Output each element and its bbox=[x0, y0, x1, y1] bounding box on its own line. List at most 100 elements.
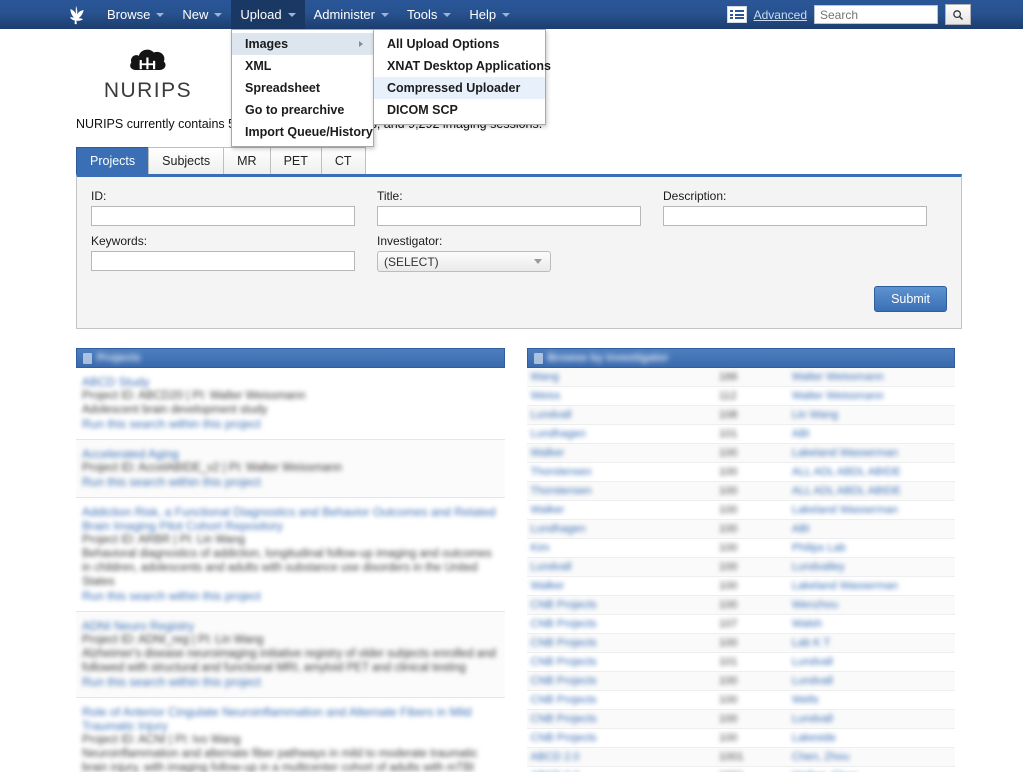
investigator-name-link[interactable]: CNB Projects bbox=[531, 599, 712, 611]
project-title-link[interactable]: Role of Anterior Cingulate Neuroinflamma… bbox=[82, 705, 499, 733]
investigator-name-link[interactable]: Walker bbox=[531, 447, 712, 459]
submit-button[interactable]: Submit bbox=[874, 286, 947, 312]
investigator-projects-link[interactable]: Lundvall bbox=[792, 713, 951, 725]
investigator-name-link[interactable]: Kim bbox=[531, 542, 712, 554]
field-keywords-label: Keywords: bbox=[91, 234, 148, 248]
nav-item-help[interactable]: Help bbox=[460, 0, 519, 29]
investigator-projects-link[interactable]: Walsh bbox=[792, 618, 951, 630]
investigator-count-cell: 100 bbox=[715, 690, 788, 710]
table-row: CNB Projects 100 Lundvall bbox=[526, 671, 955, 691]
investigator-projects-link[interactable]: Lundvall bbox=[792, 675, 951, 687]
investigator-name-link[interactable]: Lundhagen bbox=[531, 428, 712, 440]
investigator-name-link[interactable]: CNB Projects bbox=[531, 675, 712, 687]
menu-item-go-to-prearchive[interactable]: Go to prearchive bbox=[232, 99, 373, 121]
investigator-name-link[interactable]: CNB Projects bbox=[531, 656, 712, 668]
investigator-projects-link[interactable]: ALL ADL ABDL ABIDE bbox=[792, 485, 951, 497]
menu-item-xml[interactable]: XML bbox=[232, 55, 373, 77]
investigator-select[interactable]: (SELECT) bbox=[377, 251, 551, 272]
investigator-name-link[interactable]: Walker bbox=[531, 504, 712, 516]
investigator-name-link[interactable]: Lundvall bbox=[531, 561, 712, 573]
investigator-projects-link[interactable]: Walter Weissmann bbox=[792, 371, 951, 383]
investigator-name-cell: ABCD 2.0 bbox=[526, 766, 716, 772]
investigator-name-link[interactable]: Walker bbox=[531, 580, 712, 592]
field-investigator-label: Investigator: bbox=[377, 234, 443, 248]
investigator-name-link[interactable]: Weiss bbox=[531, 390, 712, 402]
investigator-projects-cell: Walker, Chen bbox=[787, 766, 955, 772]
menu-item-compressed-uploader[interactable]: Compressed Uploader bbox=[374, 77, 545, 99]
investigator-count-value: 100 bbox=[719, 561, 738, 573]
project-search-link[interactable]: Run this search within this project bbox=[82, 675, 499, 689]
nav-item-tools[interactable]: Tools bbox=[398, 0, 460, 29]
project-meta-line: Project ID: ABCD20 | PI: Walter Weissman… bbox=[82, 390, 306, 402]
investigator-name-link[interactable]: CNB Projects bbox=[531, 713, 712, 725]
project-title-link[interactable]: Addiction Risk, a Functional Diagnostics… bbox=[82, 505, 499, 533]
investigator-projects-link[interactable]: Lakeland Wasserman bbox=[792, 580, 951, 592]
investigator-projects-link[interactable]: Philips Lab bbox=[792, 542, 951, 554]
investigator-projects-link[interactable]: Lundvall bbox=[792, 656, 951, 668]
menu-item-dicom-scp[interactable]: DICOM SCP bbox=[374, 99, 545, 121]
menu-item-images[interactable]: Images bbox=[232, 33, 373, 55]
investigator-projects-link[interactable]: ABI bbox=[792, 428, 951, 440]
investigator-projects-link[interactable]: Lundvalley bbox=[792, 561, 951, 573]
menu-item-xnat-desktop-applications[interactable]: XNAT Desktop Applications bbox=[374, 55, 551, 77]
nav-item-upload[interactable]: Upload bbox=[231, 0, 305, 29]
investigator-name-link[interactable]: ABCD 2.0 bbox=[531, 751, 712, 763]
table-row: Thorstensen 100 ALL ADL ABDL ABIDE bbox=[526, 481, 955, 501]
project-search-link[interactable]: Run this search within this project bbox=[82, 475, 499, 489]
tab-pet[interactable]: PET bbox=[269, 147, 322, 174]
investigator-projects-link[interactable]: Wells bbox=[792, 694, 951, 706]
investigator-projects-link[interactable]: Wenzhou bbox=[792, 599, 951, 611]
investigator-name-link[interactable]: CNB Projects bbox=[531, 618, 712, 630]
menu-item-spreadsheet[interactable]: Spreadsheet bbox=[232, 77, 373, 99]
investigator-name-link[interactable]: CNB Projects bbox=[531, 637, 712, 649]
title-input[interactable] bbox=[377, 206, 641, 226]
project-title-link[interactable]: ADNI Neuro Registry bbox=[82, 619, 499, 633]
investigator-name-link[interactable]: CNB Projects bbox=[531, 732, 712, 744]
investigator-projects-link[interactable]: Lin Wang bbox=[792, 409, 951, 421]
description-input[interactable] bbox=[663, 206, 927, 226]
investigator-name-link[interactable]: Thorstensen bbox=[531, 485, 712, 497]
id-input[interactable] bbox=[91, 206, 355, 226]
investigator-projects-link[interactable]: Walter Weissmann bbox=[792, 390, 951, 402]
investigator-name-link[interactable]: Lundvall bbox=[531, 409, 712, 421]
project-search-link[interactable]: Run this search within this project bbox=[82, 589, 499, 603]
project-meta-line: Alzheimer's disease neuroimaging initiat… bbox=[82, 648, 496, 674]
list-view-icon[interactable] bbox=[726, 6, 747, 23]
investigator-name-cell: CNB Projects bbox=[526, 652, 716, 672]
tab-subjects[interactable]: Subjects bbox=[148, 147, 225, 174]
search-input[interactable] bbox=[814, 5, 938, 24]
menu-item-import-queue-history[interactable]: Import Queue/History bbox=[232, 121, 373, 143]
investigator-projects-link[interactable]: Lab K T bbox=[792, 637, 951, 649]
tab-projects[interactable]: Projects bbox=[76, 147, 150, 174]
advanced-search-link[interactable]: Advanced bbox=[754, 8, 807, 22]
nav-item-administer[interactable]: Administer bbox=[305, 0, 398, 29]
project-search-link[interactable]: Run this search within this project bbox=[82, 417, 499, 431]
nav-item-new[interactable]: New bbox=[173, 0, 231, 29]
investigator-count-cell: 100 bbox=[715, 519, 788, 539]
xnat-logo[interactable] bbox=[56, 0, 98, 29]
investigator-projects-link[interactable]: ABI bbox=[792, 523, 951, 535]
nav-item-browse[interactable]: Browse bbox=[98, 0, 173, 29]
project-entry: Addiction Risk, a Functional Diagnostics… bbox=[76, 498, 505, 612]
keywords-input[interactable] bbox=[91, 251, 355, 271]
table-row: Lundhagen 101 ABI bbox=[526, 424, 955, 444]
search-button[interactable] bbox=[945, 4, 971, 25]
investigator-projects-link[interactable]: Lakeland Wasserman bbox=[792, 504, 951, 516]
tab-ct[interactable]: CT bbox=[320, 147, 366, 174]
investigator-projects-link[interactable]: Lakeside bbox=[792, 732, 951, 744]
investigator-name-link[interactable]: CNB Projects bbox=[531, 694, 712, 706]
investigator-name-link[interactable]: Thorstensen bbox=[531, 466, 712, 478]
investigator-name-cell: Walker bbox=[526, 576, 716, 596]
investigator-projects-link[interactable]: Chen, Zhou bbox=[792, 751, 951, 763]
menu-item-compressed-uploader-label: Compressed Uploader bbox=[387, 81, 521, 95]
investigator-projects-link[interactable]: Lakeland Wasserman bbox=[792, 447, 951, 459]
menu-item-all-upload-options[interactable]: All Upload Options bbox=[374, 33, 545, 55]
investigator-projects-link[interactable]: ALL ADL ABDL ABIDE bbox=[792, 466, 951, 478]
investigator-name-cell: CNB Projects bbox=[526, 690, 716, 710]
investigator-name-link[interactable]: Lundhagen bbox=[531, 523, 712, 535]
investigator-name-link[interactable]: Wang bbox=[531, 371, 712, 383]
project-title-link[interactable]: Accelerated Aging bbox=[82, 447, 499, 461]
tab-mr[interactable]: MR bbox=[223, 147, 271, 174]
investigator-count-cell: 100 bbox=[715, 728, 788, 748]
project-title-link[interactable]: ABCD Study bbox=[82, 375, 499, 389]
